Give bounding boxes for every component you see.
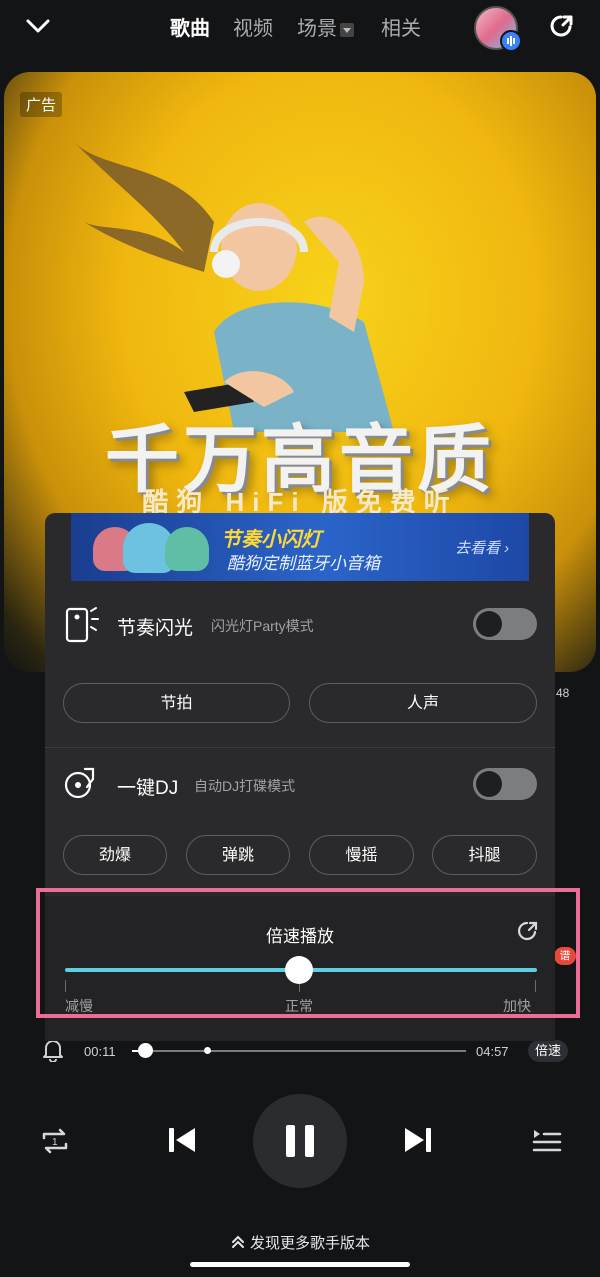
ad-model-illustration (74, 142, 394, 432)
tab-scenes-label: 场景 (297, 18, 337, 40)
repeat-mode-icon[interactable]: 1 (38, 1124, 72, 1158)
banner-title: 节奏小闪灯 (221, 529, 321, 551)
next-track-icon[interactable] (400, 1122, 436, 1158)
dj-title: 一键DJ (117, 778, 179, 799)
duration-time: 04:57 (476, 1044, 509, 1059)
divider (45, 747, 555, 748)
flash-desc: 闪光灯Party模式 (211, 618, 314, 634)
turntable-icon (63, 765, 99, 801)
more-versions-link[interactable]: 发现更多歌手版本 (0, 1232, 600, 1253)
chip-explosive[interactable]: 劲爆 (63, 835, 167, 875)
ad-tag: 广告 (20, 92, 63, 117)
tab-videos[interactable]: 视频 (233, 12, 273, 41)
speed-button[interactable]: 倍速 (528, 1040, 569, 1062)
tab-songs[interactable]: 歌曲 (170, 12, 210, 41)
dj-toggle[interactable] (473, 768, 537, 800)
phone-flash-icon (65, 605, 99, 643)
progress-thumb[interactable] (138, 1043, 153, 1058)
tab-scenes[interactable]: 场景 (297, 12, 354, 41)
chip-bounce[interactable]: 弹跳 (186, 835, 290, 875)
highlight-frame (36, 888, 580, 1018)
progress-track[interactable] (132, 1050, 466, 1052)
side-count: 48 (556, 686, 570, 700)
share-icon[interactable] (548, 12, 576, 40)
tab-related[interactable]: 相关 (381, 12, 421, 41)
home-indicator[interactable] (190, 1262, 410, 1267)
flash-toggle[interactable] (473, 608, 537, 640)
chip-beat[interactable]: 节拍 (63, 683, 290, 723)
dj-desc: 自动DJ打碟模式 (194, 778, 296, 794)
elapsed-time: 00:11 (84, 1044, 116, 1059)
chip-vocal[interactable]: 人声 (309, 683, 537, 723)
voice-badge-icon (500, 30, 522, 52)
pause-icon (286, 1125, 314, 1157)
more-versions-label: 发现更多歌手版本 (249, 1235, 370, 1252)
playlist-icon[interactable] (530, 1124, 564, 1158)
dropdown-caret-icon (340, 22, 354, 37)
play-pause-button[interactable] (253, 1094, 347, 1188)
chip-slow-rock[interactable]: 慢摇 (309, 835, 414, 875)
toggle-knob (476, 611, 502, 637)
top-nav: 歌曲 视频 场景 相关 (0, 0, 600, 60)
banner-cta-link[interactable]: 去看看 › (455, 537, 509, 558)
chip-leg-shake[interactable]: 抖腿 (432, 835, 537, 875)
collapse-chevron-icon[interactable] (24, 14, 52, 38)
progress-marker (204, 1047, 211, 1054)
alarm-bell-icon[interactable] (42, 1038, 64, 1063)
double-chevron-up-icon (230, 1235, 246, 1253)
speaker-illustration (165, 527, 209, 571)
banner-subtitle: 酷狗定制蓝牙小音箱 (227, 554, 380, 573)
speaker-promo-banner[interactable]: 节奏小闪灯 酷狗定制蓝牙小音箱 去看看 › (71, 513, 529, 581)
flash-title: 节奏闪光 (117, 618, 194, 639)
svg-text:1: 1 (52, 1137, 58, 1148)
toggle-knob (476, 771, 502, 797)
previous-track-icon[interactable] (164, 1122, 200, 1158)
